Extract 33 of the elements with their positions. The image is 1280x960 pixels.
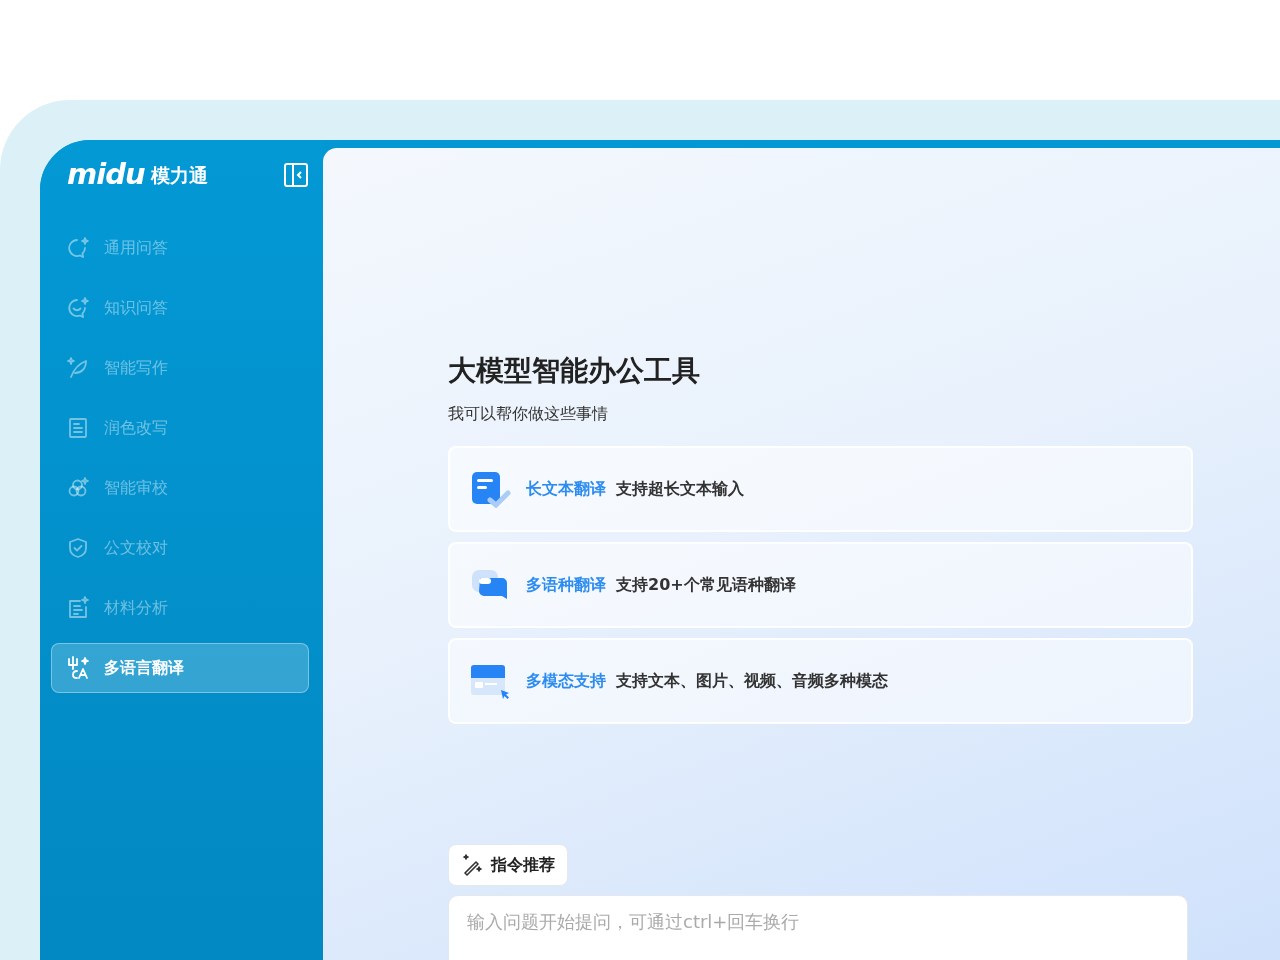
sidebar-item[interactable]: 通用问答 [51,223,309,273]
feature-title: 多语种翻译 [526,573,606,596]
feature-card[interactable]: 多模态支持 支持文本、图片、视频、音频多种模态 [448,637,1193,724]
magic-wand-icon [461,853,483,876]
question-input[interactable]: 输入问题开始提问，可通过ctrl+回车换行 [448,894,1188,960]
report-sparkle-icon [66,596,90,620]
feather-sparkle-icon [66,356,90,380]
sidebar-item[interactable]: 材料分析 [51,583,309,633]
sidebar-item[interactable]: 润色改写 [51,403,309,453]
sidebar-item[interactable]: 智能审校 [51,463,309,513]
sidebar-item[interactable]: 多语言翻译 [51,643,309,693]
feature-title: 长文本翻译 [526,477,606,500]
shield-check-icon [66,536,90,560]
feature-description: 支持超长文本输入 [616,477,744,500]
chat-bubble-sparkle-icon [66,236,90,260]
sidebar-item[interactable]: 知识问答 [51,283,309,333]
sidebar-item[interactable]: 智能写作 [51,343,309,393]
logo-name: 模力通 [150,162,208,188]
smile-chat-sparkle-icon [66,296,90,320]
feature-description: 支持文本、图片、视频、音频多种模态 [616,669,888,692]
page-title: 大模型智能办公工具 [448,354,701,388]
page-subtitle: 我可以帮你做这些事情 [448,402,609,425]
feature-title: 多模态支持 [526,669,606,692]
document-check-icon [470,469,512,508]
sidebar-item[interactable]: 公文校对 [51,523,309,573]
feature-card[interactable]: 长文本翻译 支持超长文本输入 [448,445,1193,532]
sidebar-collapse-icon[interactable] [283,161,309,188]
document-icon [66,416,90,440]
feature-description: 支持20+个常见语种翻译 [616,573,796,596]
prompt-suggestions-button[interactable]: 指令推荐 [448,843,568,886]
feature-card[interactable]: 多语种翻译 支持20+个常见语种翻译 [448,541,1193,628]
logo-wordmark: midu [67,160,145,189]
translate-icon [66,656,90,680]
